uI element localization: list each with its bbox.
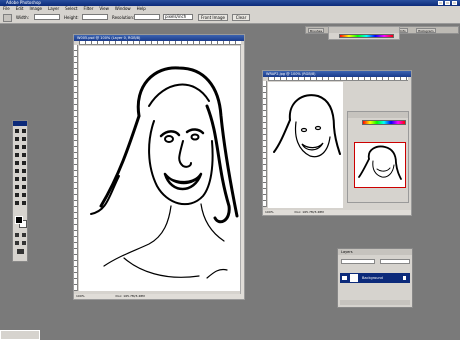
layer-row-background[interactable]: Background — [340, 273, 410, 283]
color-ramp[interactable] — [339, 34, 394, 38]
resolution-field[interactable] — [134, 14, 160, 20]
layers-palette: Layers Background — [337, 248, 413, 308]
height-label: Height: — [64, 15, 79, 20]
vertical-ruler — [74, 45, 78, 291]
document-window-main: W005.psd @ 100% (Layer 0, RGB/8) 100% Do… — [73, 34, 245, 300]
tool-preset-picker[interactable] — [3, 14, 12, 22]
zoom-readout-second[interactable]: 100% — [265, 210, 274, 214]
tab-brushes[interactable]: Brushes — [308, 28, 325, 33]
status-bar-second: 100% Doc: 165.7M/3.48M — [263, 210, 411, 215]
opacity-field[interactable] — [380, 259, 410, 264]
doc-size-readout-second: Doc: 165.7M/3.48M — [294, 210, 324, 214]
resolution-label: Resolution: — [112, 15, 135, 20]
tab-histogram[interactable]: Histogram — [416, 28, 436, 33]
document-window-second: WRAP2.jpg @ 100% (RGB/8) 100% Doc: 165.7… — [262, 70, 412, 216]
foreground-color-swatch[interactable] — [15, 216, 23, 224]
eye-icon[interactable] — [342, 276, 347, 280]
navigator-thumbnail — [358, 145, 402, 180]
resolution-unit-select[interactable]: pixels/inch — [163, 14, 193, 20]
height-field[interactable] — [82, 14, 108, 20]
vertical-ruler-second — [263, 81, 267, 207]
width-field[interactable] — [34, 14, 60, 20]
options-bar: Width: Height: Resolution: pixels/inch F… — [0, 12, 460, 34]
lock-icon — [403, 276, 406, 280]
doc-size-readout: Doc: 165.7M/3.48M — [115, 294, 145, 298]
color-palette — [328, 26, 400, 40]
zoom-readout[interactable]: 100% — [76, 294, 85, 298]
close-button[interactable] — [452, 1, 457, 5]
vertical-scrollbar[interactable] — [240, 45, 244, 296]
layer-thumbnail — [350, 274, 358, 282]
caricature-drawing — [90, 66, 239, 279]
tool-icons[interactable] — [13, 127, 29, 217]
navigator-preview[interactable] — [354, 142, 406, 188]
layers-title[interactable]: Layers — [338, 249, 412, 255]
navigator-tabs — [348, 112, 408, 118]
toolbox-header — [13, 121, 27, 126]
horizontal-ruler-second — [268, 77, 408, 81]
layer-name: Background — [362, 276, 383, 280]
front-image-button[interactable]: Front Image — [198, 14, 228, 21]
maximize-button[interactable] — [445, 1, 450, 5]
minimize-button[interactable] — [438, 1, 443, 5]
canvas-second[interactable] — [268, 82, 343, 208]
layers-footer — [340, 300, 410, 305]
blend-mode-select[interactable] — [341, 259, 375, 264]
mode-icons[interactable] — [13, 231, 29, 261]
app-title: Adobe Photoshop — [6, 0, 41, 5]
toolbox — [12, 120, 28, 262]
canvas[interactable] — [79, 46, 242, 291]
caricature-thumbnail — [273, 94, 341, 158]
color-palette-tabs — [329, 27, 399, 33]
taskbar-photoshop-button[interactable] — [0, 330, 40, 340]
clear-button[interactable]: Clear — [232, 14, 250, 21]
status-bar: 100% Doc: 165.7M/3.48M — [74, 294, 244, 299]
navigator-panel — [347, 111, 409, 203]
swatches-strip[interactable] — [362, 120, 406, 125]
width-label: Width: — [16, 15, 29, 20]
horizontal-ruler — [79, 41, 241, 45]
